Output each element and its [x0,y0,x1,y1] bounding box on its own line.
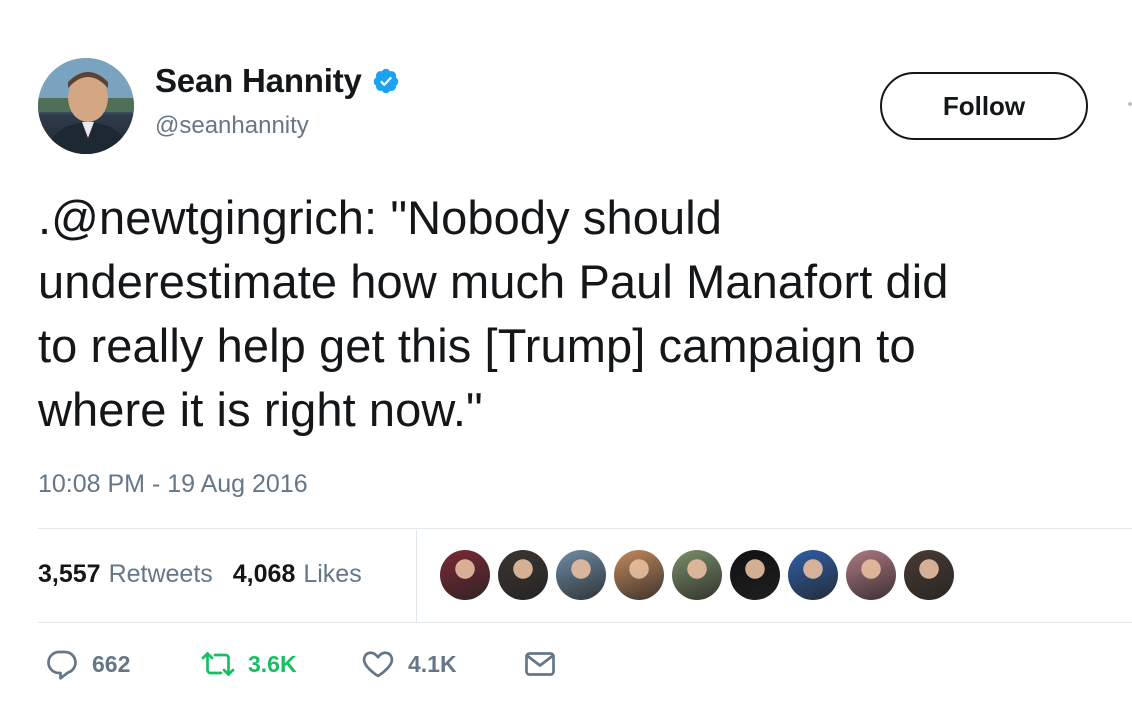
retweet-button[interactable]: 3.6K [200,646,297,682]
divider-bottom [38,622,1132,623]
cartoon-avatar[interactable] [788,550,838,600]
glasses-man-avatar[interactable] [904,550,954,600]
heart-icon [362,651,394,678]
tweet-timestamp[interactable]: 10:08 PM - 19 Aug 2016 [38,470,308,499]
like-count: 4.1K [408,650,457,677]
divider-top [38,528,1132,529]
likes-stat[interactable]: 4,068 Likes [233,560,362,589]
follow-button[interactable]: Follow [880,72,1088,140]
author-name-row[interactable]: Sean Hannity [155,62,400,100]
retweets-count: 3,557 [38,560,101,588]
retweets-stat[interactable]: 3,557 Retweets [38,560,213,589]
retweet-count: 3.6K [248,650,297,677]
reply-icon [47,650,77,680]
lightning-logo-avatar[interactable] [730,550,780,600]
avatar-portrait-icon [38,58,134,154]
like-button[interactable]: 4.1K [360,646,457,682]
likes-count: 4,068 [232,560,296,588]
reply-button[interactable]: 662 [44,646,130,682]
retweets-label: Retweets [108,560,213,588]
bearded-man-avatar[interactable] [498,550,548,600]
logo-avatar[interactable] [556,550,606,600]
author-avatar[interactable] [38,58,134,154]
overflow-dot [1128,102,1132,106]
outdoor-avatar[interactable] [672,550,722,600]
envelope-icon [525,652,555,676]
direct-message-button[interactable] [522,646,558,682]
collage-avatar[interactable] [846,550,896,600]
likes-label: Likes [303,560,362,588]
retweet-icon [201,652,235,676]
verified-badge-icon [372,67,400,95]
reply-count: 662 [92,650,131,677]
flag-portrait-avatar[interactable] [440,550,490,600]
engagement-stats: 3,557 Retweets 4,068 Likes [38,560,362,589]
author-display-name[interactable]: Sean Hannity [155,62,362,100]
author-handle[interactable]: @seanhannity [155,112,309,140]
stats-divider [416,530,417,622]
liker-avatars [440,550,954,600]
woman-avatar[interactable] [614,550,664,600]
tweet-text: .@newtgingrich: "Nobody should underesti… [38,191,949,436]
